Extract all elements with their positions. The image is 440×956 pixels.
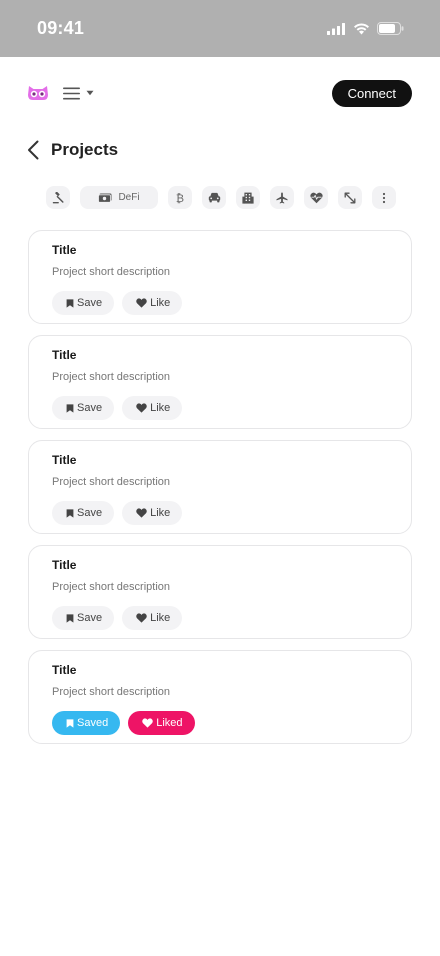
bitcoin-icon: ₿ [176, 192, 184, 204]
project-card[interactable]: Title Project short description Save Lik… [28, 440, 412, 534]
page-title: Projects [51, 140, 119, 159]
bookmark-icon [66, 298, 74, 308]
project-actions: Save Like [52, 606, 388, 630]
save-button[interactable]: Save [52, 501, 115, 525]
save-label: Saved [77, 717, 109, 729]
connect-button[interactable]: Connect [331, 79, 412, 107]
project-actions: Save Like [52, 396, 388, 420]
project-card[interactable]: Title Project short description Save Lik… [28, 545, 412, 639]
project-card[interactable]: Title Project short description Saved Li… [28, 650, 412, 744]
project-list: Title Project short description Save Lik… [28, 230, 412, 744]
save-label: Save [77, 297, 103, 309]
save-button[interactable]: Save [52, 606, 115, 630]
project-title: Title [52, 453, 77, 467]
battery-icon [377, 22, 404, 35]
save-button[interactable]: Save [52, 396, 115, 420]
category-filter-row: DeFi ₿ [46, 186, 396, 209]
heart-icon [136, 403, 147, 413]
save-label: Save [77, 402, 103, 414]
heart-icon [136, 508, 147, 518]
like-button[interactable]: Like [122, 606, 183, 630]
bookmark-icon [66, 613, 74, 623]
car-icon [208, 192, 220, 203]
save-button[interactable]: Saved [52, 711, 121, 735]
filter-chip-real-estate[interactable] [236, 186, 260, 209]
bookmark-icon [66, 718, 74, 728]
project-card[interactable]: Title Project short description Save Lik… [28, 335, 412, 429]
project-actions: Save Like [52, 501, 388, 525]
project-title: Title [52, 558, 77, 572]
like-button[interactable]: Like [122, 291, 183, 315]
filter-chip-more[interactable] [372, 186, 396, 209]
filter-chip-auto[interactable] [202, 186, 226, 209]
project-description: Project short description [52, 581, 170, 593]
svg-text:₿: ₿ [176, 192, 184, 204]
page-title-row: Projects [27, 140, 118, 160]
back-arrow-icon[interactable] [27, 140, 39, 160]
save-label: Save [77, 507, 103, 519]
like-label: Like [150, 402, 171, 414]
filter-chip-health[interactable] [304, 186, 328, 209]
status-icons [327, 22, 404, 35]
like-label: Like [150, 297, 171, 309]
project-actions: Saved Liked [52, 711, 388, 735]
menu-dropdown[interactable] [63, 87, 94, 100]
heart-pulse-icon [309, 192, 323, 203]
filter-chip-travel[interactable] [270, 186, 294, 209]
status-bar: 09:41 [0, 0, 440, 57]
app-header: Connect [0, 57, 440, 129]
caret-down-icon [86, 90, 94, 96]
expand-icon [344, 192, 356, 203]
filter-chip-bitcoin[interactable]: ₿ [168, 186, 192, 209]
project-title: Title [52, 348, 77, 362]
save-label: Save [77, 612, 103, 624]
heart-icon [142, 718, 153, 728]
bookmark-icon [66, 508, 74, 518]
hamburger-icon [63, 87, 80, 99]
more-icon [382, 192, 386, 203]
wifi-icon [354, 22, 369, 34]
project-description: Project short description [52, 476, 170, 488]
heart-icon [136, 613, 147, 623]
save-button[interactable]: Save [52, 291, 115, 315]
heart-icon [136, 298, 147, 308]
signal-icon [327, 22, 345, 35]
airplane-icon [276, 192, 288, 203]
money-icon [98, 193, 112, 203]
project-description: Project short description [52, 686, 170, 698]
project-card[interactable]: Title Project short description Save Lik… [28, 230, 412, 324]
filter-chip-defi-label: DeFi [118, 192, 140, 203]
gavel-icon [52, 191, 64, 203]
like-button[interactable]: Like [122, 396, 183, 420]
project-actions: Save Like [52, 291, 388, 315]
filter-chip-expand[interactable] [338, 186, 362, 209]
project-description: Project short description [52, 371, 170, 383]
project-title: Title [52, 663, 77, 677]
project-title: Title [52, 243, 77, 257]
like-button[interactable]: Like [122, 501, 183, 525]
like-label: Liked [156, 717, 183, 729]
filter-chip-legal[interactable] [46, 186, 70, 209]
like-button[interactable]: Liked [128, 711, 195, 735]
project-description: Project short description [52, 266, 170, 278]
status-time: 09:41 [37, 18, 85, 38]
filter-chip-defi[interactable]: DeFi [80, 186, 158, 209]
like-label: Like [150, 612, 171, 624]
bookmark-icon [66, 403, 74, 413]
owl-logo-icon[interactable] [27, 85, 49, 101]
building-icon [242, 192, 254, 204]
like-label: Like [150, 507, 171, 519]
